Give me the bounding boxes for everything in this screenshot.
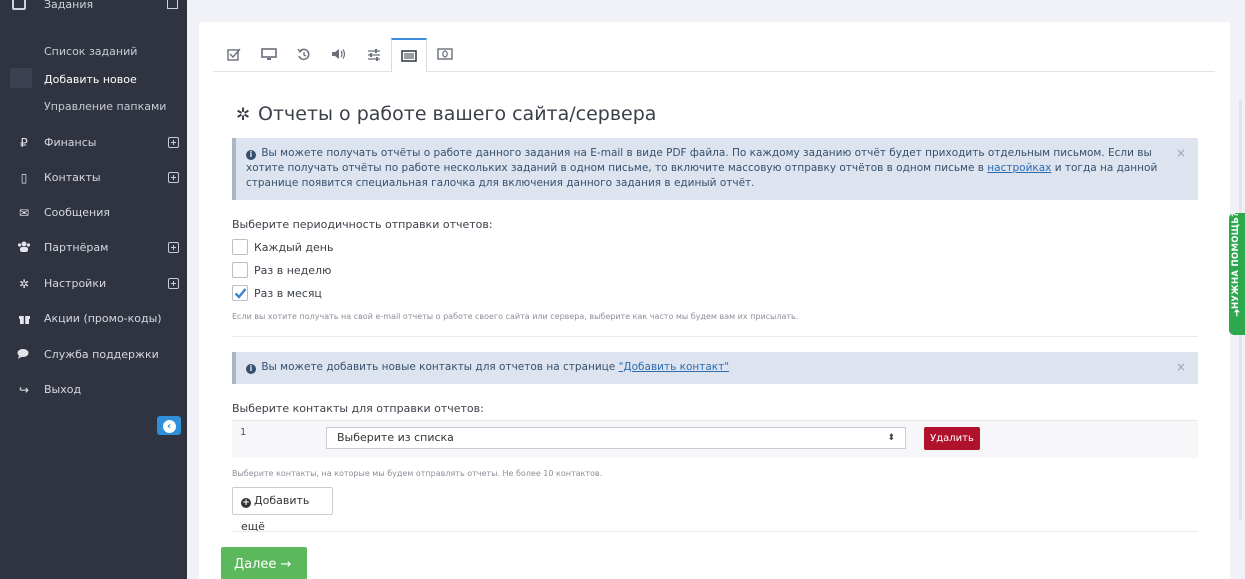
- sidebar-item-messages[interactable]: ✉ Сообщения: [0, 200, 187, 228]
- contact-row-number: 1: [240, 427, 247, 438]
- phone-icon: ▯: [20, 171, 28, 185]
- next-button[interactable]: Далее →: [221, 547, 307, 579]
- close-icon[interactable]: ×: [1176, 146, 1186, 161]
- select-arrows-icon: ⬍: [887, 433, 895, 443]
- checkbox-weekly-label: Раз в неделю: [254, 264, 332, 277]
- info-icon: i: [246, 150, 256, 160]
- arrow-left-circle-icon: ‹: [162, 420, 176, 433]
- close-icon[interactable]: ×: [1176, 360, 1186, 375]
- tab-history[interactable]: [286, 38, 322, 72]
- tab-checkbox[interactable]: [216, 38, 252, 72]
- sidebar-item-promo[interactable]: Акции (промо-коды): [0, 306, 187, 334]
- sign-out-icon: ↪: [18, 383, 30, 397]
- checkbox-weekly[interactable]: [232, 262, 248, 278]
- settings-tabs: [213, 38, 1215, 73]
- sidebar-item-partners[interactable]: Партнёрам: [0, 235, 187, 263]
- contacts-label: Выберите контакты для отправки отчетов:: [232, 402, 484, 415]
- arrow-right-icon: ➜: [1232, 308, 1243, 317]
- envelope-icon: ✉: [18, 206, 30, 220]
- tab-sliders[interactable]: [356, 38, 392, 72]
- volume-icon: [332, 49, 346, 59]
- history-icon: [297, 48, 310, 61]
- gift-icon: [17, 312, 31, 327]
- add-contact-link[interactable]: "Добавить контакт": [619, 361, 730, 373]
- tab-monitor[interactable]: [251, 38, 287, 72]
- add-more-button[interactable]: + Добавить ещё: [232, 487, 333, 533]
- tasks-icon: [12, 0, 26, 10]
- info-alert-pdf-reports: i Вы можете получать отчёты о работе дан…: [232, 138, 1198, 200]
- sidebar-item-settings[interactable]: ✲ Настройки: [0, 271, 187, 299]
- sidebar: Задания Список заданий Добавить новое Уп…: [0, 0, 187, 579]
- collapse-sidebar-button[interactable]: ‹: [157, 416, 181, 435]
- tab-money[interactable]: [427, 38, 463, 72]
- info-alert-add-contact: i Вы можете добавить новые контакты для …: [232, 352, 1198, 384]
- expand-icon[interactable]: [168, 242, 179, 253]
- contact-row: 1 Выберите из списка ⬍ Удалить: [232, 420, 1198, 458]
- contacts-hint: Выберите контакты, на которые мы будем о…: [232, 469, 603, 478]
- plus-circle-icon: +: [241, 498, 251, 508]
- active-marker: [10, 68, 32, 88]
- tab-volume[interactable]: [321, 38, 357, 72]
- expand-icon[interactable]: [168, 137, 179, 148]
- checkbox-icon: [227, 48, 241, 61]
- expand-icon[interactable]: [168, 278, 179, 289]
- sidebar-item-finance[interactable]: ₽ Финансы: [0, 130, 187, 158]
- ruble-icon: ₽: [20, 136, 28, 150]
- expand-icon[interactable]: [168, 172, 179, 183]
- sliders-icon: [368, 49, 380, 61]
- settings-link[interactable]: настройках: [987, 162, 1051, 174]
- sidebar-subitem-manage-folders[interactable]: Управление папками: [44, 100, 166, 113]
- divider: [232, 336, 1198, 337]
- checkbox-monthly[interactable]: [232, 285, 248, 301]
- monitor-icon: [261, 48, 277, 60]
- frequency-hint: Если вы хотите получать на свой e-mail о…: [232, 312, 799, 321]
- sidebar-item-support[interactable]: Служба поддержки: [0, 342, 187, 370]
- gear-icon: ✲: [236, 105, 251, 125]
- checkmark-icon: [234, 288, 247, 299]
- money-icon: [437, 48, 453, 60]
- sidebar-item-logout[interactable]: ↪ Выход: [0, 377, 187, 405]
- sidebar-subitem-task-list[interactable]: Список заданий: [44, 45, 137, 58]
- contact-select[interactable]: Выберите из списка ⬍: [326, 427, 906, 449]
- list-alt-icon: [401, 50, 417, 62]
- chat-icon: [17, 348, 31, 363]
- users-icon: [17, 241, 31, 256]
- checkbox-daily[interactable]: [232, 239, 248, 255]
- divider: [232, 531, 1198, 532]
- help-tab[interactable]: НУЖНА ПОМОЩЬ? ➜: [1229, 212, 1245, 335]
- checkbox-daily-label: Каждый день: [254, 241, 334, 254]
- sidebar-item-contacts[interactable]: ▯ Контакты: [0, 165, 187, 193]
- delete-button[interactable]: Удалить: [924, 427, 980, 450]
- sidebar-item-tasks[interactable]: Задания: [0, 0, 187, 16]
- frequency-label: Выберите периодичность отправки отчетов:: [232, 218, 493, 231]
- collapse-toggle-icon[interactable]: [167, 0, 178, 9]
- gear-icon: ✲: [18, 277, 30, 291]
- info-icon: i: [246, 364, 256, 374]
- checkbox-monthly-label: Раз в месяц: [254, 287, 322, 300]
- tab-reports[interactable]: [391, 38, 427, 73]
- page-title: ✲ Отчеты о работе вашего сайта/сервера: [236, 103, 657, 125]
- sidebar-subitem-add-new[interactable]: Добавить новое: [44, 73, 137, 86]
